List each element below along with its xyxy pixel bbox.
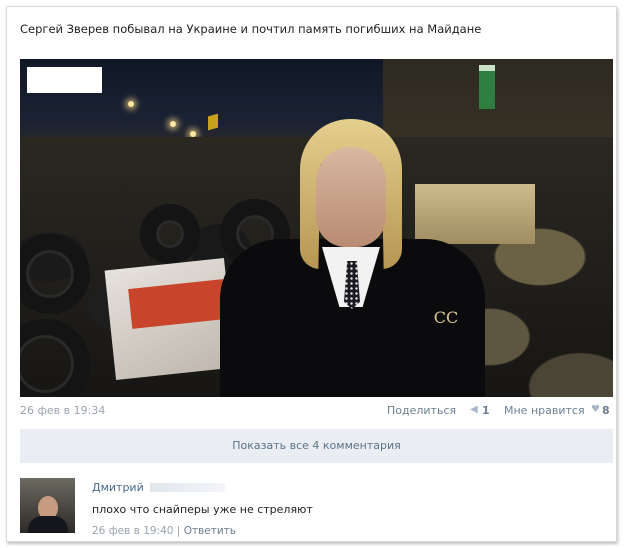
comment-date[interactable]: 26 фев в 19:40	[92, 525, 173, 537]
megaphone-icon[interactable]: ◀	[470, 404, 478, 415]
like-button[interactable]: Мне нравится	[504, 404, 585, 417]
heart-icon[interactable]: ♥	[591, 404, 600, 415]
post-date[interactable]: 26 фев в 19:34	[20, 404, 105, 417]
comment-meta: 26 фев в 19:40 | Ответить	[92, 525, 236, 537]
post-meta-row: 26 фев в 19:34 Поделиться ◀ 1 Мне нравит…	[20, 402, 613, 420]
redacted-label	[27, 67, 102, 93]
share-button[interactable]: Поделиться	[387, 404, 456, 417]
comment-author[interactable]: Дмитрий	[92, 481, 144, 494]
tire	[140, 204, 200, 264]
show-all-comments-button[interactable]: Показать все 4 комментария	[20, 429, 613, 463]
comment-item: Дмитрий плохо что снайперы уже не стреля…	[20, 470, 613, 540]
post-photo[interactable]: CC	[20, 59, 613, 397]
comment-text: плохо что снайперы уже не стреляют	[92, 503, 313, 516]
reply-button[interactable]: Ответить	[184, 525, 236, 537]
redacted-surname	[150, 483, 225, 492]
person-figure: CC	[220, 89, 490, 397]
face	[316, 147, 386, 247]
share-count: 1	[482, 404, 490, 417]
avatar[interactable]	[20, 478, 75, 533]
street-lamp	[128, 101, 134, 107]
avatar-body	[28, 516, 68, 533]
separator: |	[176, 525, 181, 537]
brooch-icon: CC	[433, 308, 459, 327]
post-card: Сергей Зверев побывал на Украине и почти…	[6, 6, 617, 542]
yellow-flag	[208, 113, 218, 131]
post-text: Сергей Зверев побывал на Украине и почти…	[20, 22, 482, 36]
street-lamp	[170, 121, 176, 127]
like-count: 8	[602, 404, 610, 417]
